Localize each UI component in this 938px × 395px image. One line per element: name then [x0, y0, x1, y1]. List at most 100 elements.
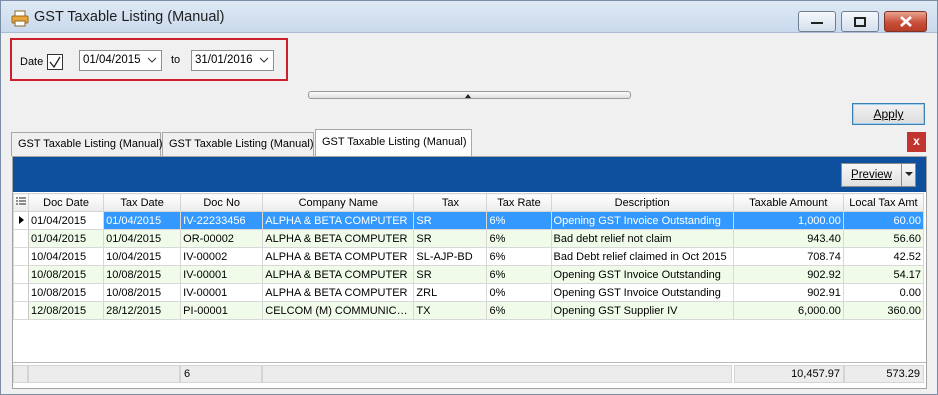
cell-tax[interactable]: SR: [413, 229, 488, 248]
row-indicator[interactable]: [12, 211, 30, 230]
row-indicator[interactable]: [12, 247, 30, 266]
toolbar: Preview: [13, 157, 926, 192]
cell-tax-rate[interactable]: 6%: [486, 301, 552, 320]
preview-button[interactable]: Preview: [841, 163, 902, 187]
cell-tax-date[interactable]: 10/04/2015: [103, 247, 182, 266]
cell-taxable-amount[interactable]: 902.92: [732, 265, 844, 284]
table-row[interactable]: 12/08/2015 28/12/2015 PI-00001 CELCOM (M) C…: [12, 301, 925, 320]
table-row[interactable]: 01/04/2015 01/04/2015 IV-22233456 ALPHA & B…: [12, 211, 925, 230]
empty-row: [13, 337, 924, 356]
column-chooser[interactable]: [12, 193, 30, 212]
cell-taxable-amount[interactable]: 943.40: [732, 229, 844, 248]
cell-tax-rate[interactable]: 6%: [486, 211, 552, 230]
date-from-picker[interactable]: 01/04/2015: [79, 50, 162, 71]
cell-company-name[interactable]: ALPHA & BETA COMPUTER: [262, 283, 415, 302]
apply-button-label: Apply: [873, 107, 904, 121]
cell-doc-date[interactable]: 10/04/2015: [28, 247, 105, 266]
cell-tax[interactable]: SR: [413, 211, 488, 230]
collapse-splitter[interactable]: [308, 91, 631, 99]
listing-panel: Preview Doc Date Tax Date Doc No Company…: [12, 156, 927, 389]
footer-indicator-cell: [13, 365, 28, 383]
maximize-button[interactable]: [841, 11, 879, 32]
cell-company-name[interactable]: ALPHA & BETA COMPUTER: [262, 211, 415, 230]
cell-tax-date[interactable]: 10/08/2015: [103, 283, 182, 302]
taxable-amount-total: 10,457.97: [734, 365, 844, 383]
cell-doc-no[interactable]: IV-00002: [180, 247, 264, 266]
preview-dropdown-button[interactable]: [901, 163, 916, 187]
cell-doc-date[interactable]: 01/04/2015: [28, 229, 105, 248]
cell-company-name[interactable]: ALPHA & BETA COMPUTER: [262, 247, 415, 266]
column-header-taxable-amount[interactable]: Taxable Amount: [732, 193, 844, 212]
tab-listing-3[interactable]: GST Taxable Listing (Manual): [315, 129, 472, 157]
cell-tax-rate[interactable]: 6%: [486, 265, 552, 284]
cell-doc-no[interactable]: IV-00001: [180, 265, 264, 284]
cell-tax-rate[interactable]: 6%: [486, 229, 552, 248]
apply-button[interactable]: Apply: [852, 103, 925, 125]
cell-description[interactable]: Opening GST Invoice Outstanding: [550, 283, 734, 302]
chevron-down-icon: [904, 172, 913, 176]
cell-tax-date[interactable]: 01/04/2015: [103, 211, 182, 230]
date-to-picker[interactable]: 31/01/2016: [191, 50, 274, 71]
cell-doc-no[interactable]: IV-22233456: [180, 211, 264, 230]
cell-taxable-amount[interactable]: 708.74: [732, 247, 844, 266]
cell-taxable-amount[interactable]: 6,000.00: [732, 301, 844, 320]
column-header-local-tax-amt[interactable]: Local Tax Amt: [842, 193, 925, 212]
column-header-description[interactable]: Description: [550, 193, 734, 212]
cell-local-tax-amt[interactable]: 42.52: [842, 247, 925, 266]
close-button[interactable]: [884, 11, 927, 32]
cell-tax[interactable]: TX: [413, 301, 488, 320]
cell-description[interactable]: Opening GST Invoice Outstanding: [550, 211, 734, 230]
cell-doc-date[interactable]: 10/08/2015: [28, 265, 105, 284]
cell-description[interactable]: Bad Debt relief claimed in Oct 2015: [550, 247, 734, 266]
tab-listing-2[interactable]: GST Taxable Listing (Manual): [162, 132, 314, 156]
row-indicator[interactable]: [12, 265, 30, 284]
cell-description[interactable]: Bad debt relief not claim: [550, 229, 734, 248]
cell-tax-date[interactable]: 28/12/2015: [103, 301, 182, 320]
date-checkbox[interactable]: [47, 54, 63, 70]
close-tab-button[interactable]: x: [907, 132, 926, 152]
cell-tax[interactable]: ZRL: [413, 283, 488, 302]
cell-local-tax-amt[interactable]: 56.60: [842, 229, 925, 248]
cell-doc-date[interactable]: 12/08/2015: [28, 301, 105, 320]
cell-doc-no[interactable]: IV-00001: [180, 283, 264, 302]
cell-doc-no[interactable]: OR-00002: [180, 229, 264, 248]
cell-tax[interactable]: SR: [413, 265, 488, 284]
table-row[interactable]: 10/08/2015 10/08/2015 IV-00001 ALPHA & BETA…: [12, 265, 925, 284]
column-header-tax-rate[interactable]: Tax Rate: [486, 193, 552, 212]
chevron-down-icon[interactable]: [259, 54, 269, 66]
cell-local-tax-amt[interactable]: 360.00: [842, 301, 925, 320]
minimize-button[interactable]: [798, 11, 836, 32]
column-header-doc-no[interactable]: Doc No: [180, 193, 264, 212]
column-header-company-name[interactable]: Company Name: [262, 193, 415, 212]
row-indicator[interactable]: [12, 283, 30, 302]
cell-tax-rate[interactable]: 6%: [486, 247, 552, 266]
cell-taxable-amount[interactable]: 1,000.00: [732, 211, 844, 230]
column-header-tax[interactable]: Tax: [413, 193, 488, 212]
cell-tax-date[interactable]: 10/08/2015: [103, 265, 182, 284]
column-header-tax-date[interactable]: Tax Date: [103, 193, 182, 212]
cell-taxable-amount[interactable]: 902.91: [732, 283, 844, 302]
cell-doc-no[interactable]: PI-00001: [180, 301, 264, 320]
row-indicator[interactable]: [12, 229, 30, 248]
cell-description[interactable]: Opening GST Supplier IV: [550, 301, 734, 320]
cell-doc-date[interactable]: 01/04/2015: [28, 211, 105, 230]
cell-tax-rate[interactable]: 0%: [486, 283, 552, 302]
cell-tax-date[interactable]: 01/04/2015: [103, 229, 182, 248]
cell-tax[interactable]: SL-AJP-BD: [413, 247, 488, 266]
table-row[interactable]: 10/04/2015 10/04/2015 IV-00002 ALPHA & BETA…: [12, 247, 925, 266]
cell-company-name[interactable]: ALPHA & BETA COMPUTER: [262, 229, 415, 248]
cell-company-name[interactable]: ALPHA & BETA COMPUTER: [262, 265, 415, 284]
table-row[interactable]: 10/08/2015 10/08/2015 IV-00001 ALPHA & BETA…: [12, 283, 925, 302]
table-row[interactable]: 01/04/2015 01/04/2015 OR-00002 ALPHA & BETA…: [12, 229, 925, 248]
tab-listing-1[interactable]: GST Taxable Listing (Manual): [11, 132, 163, 156]
cell-local-tax-amt[interactable]: 0.00: [842, 283, 925, 302]
cell-local-tax-amt[interactable]: 60.00: [842, 211, 925, 230]
column-header-doc-date[interactable]: Doc Date: [28, 193, 105, 212]
cell-local-tax-amt[interactable]: 54.17: [842, 265, 925, 284]
checkmark-icon: [49, 56, 61, 69]
chevron-down-icon[interactable]: [147, 54, 157, 66]
cell-doc-date[interactable]: 10/08/2015: [28, 283, 105, 302]
cell-description[interactable]: Opening GST Invoice Outstanding: [550, 265, 734, 284]
cell-company-name[interactable]: CELCOM (M) COMMUNICAT...: [262, 301, 415, 320]
row-indicator[interactable]: [12, 301, 30, 320]
